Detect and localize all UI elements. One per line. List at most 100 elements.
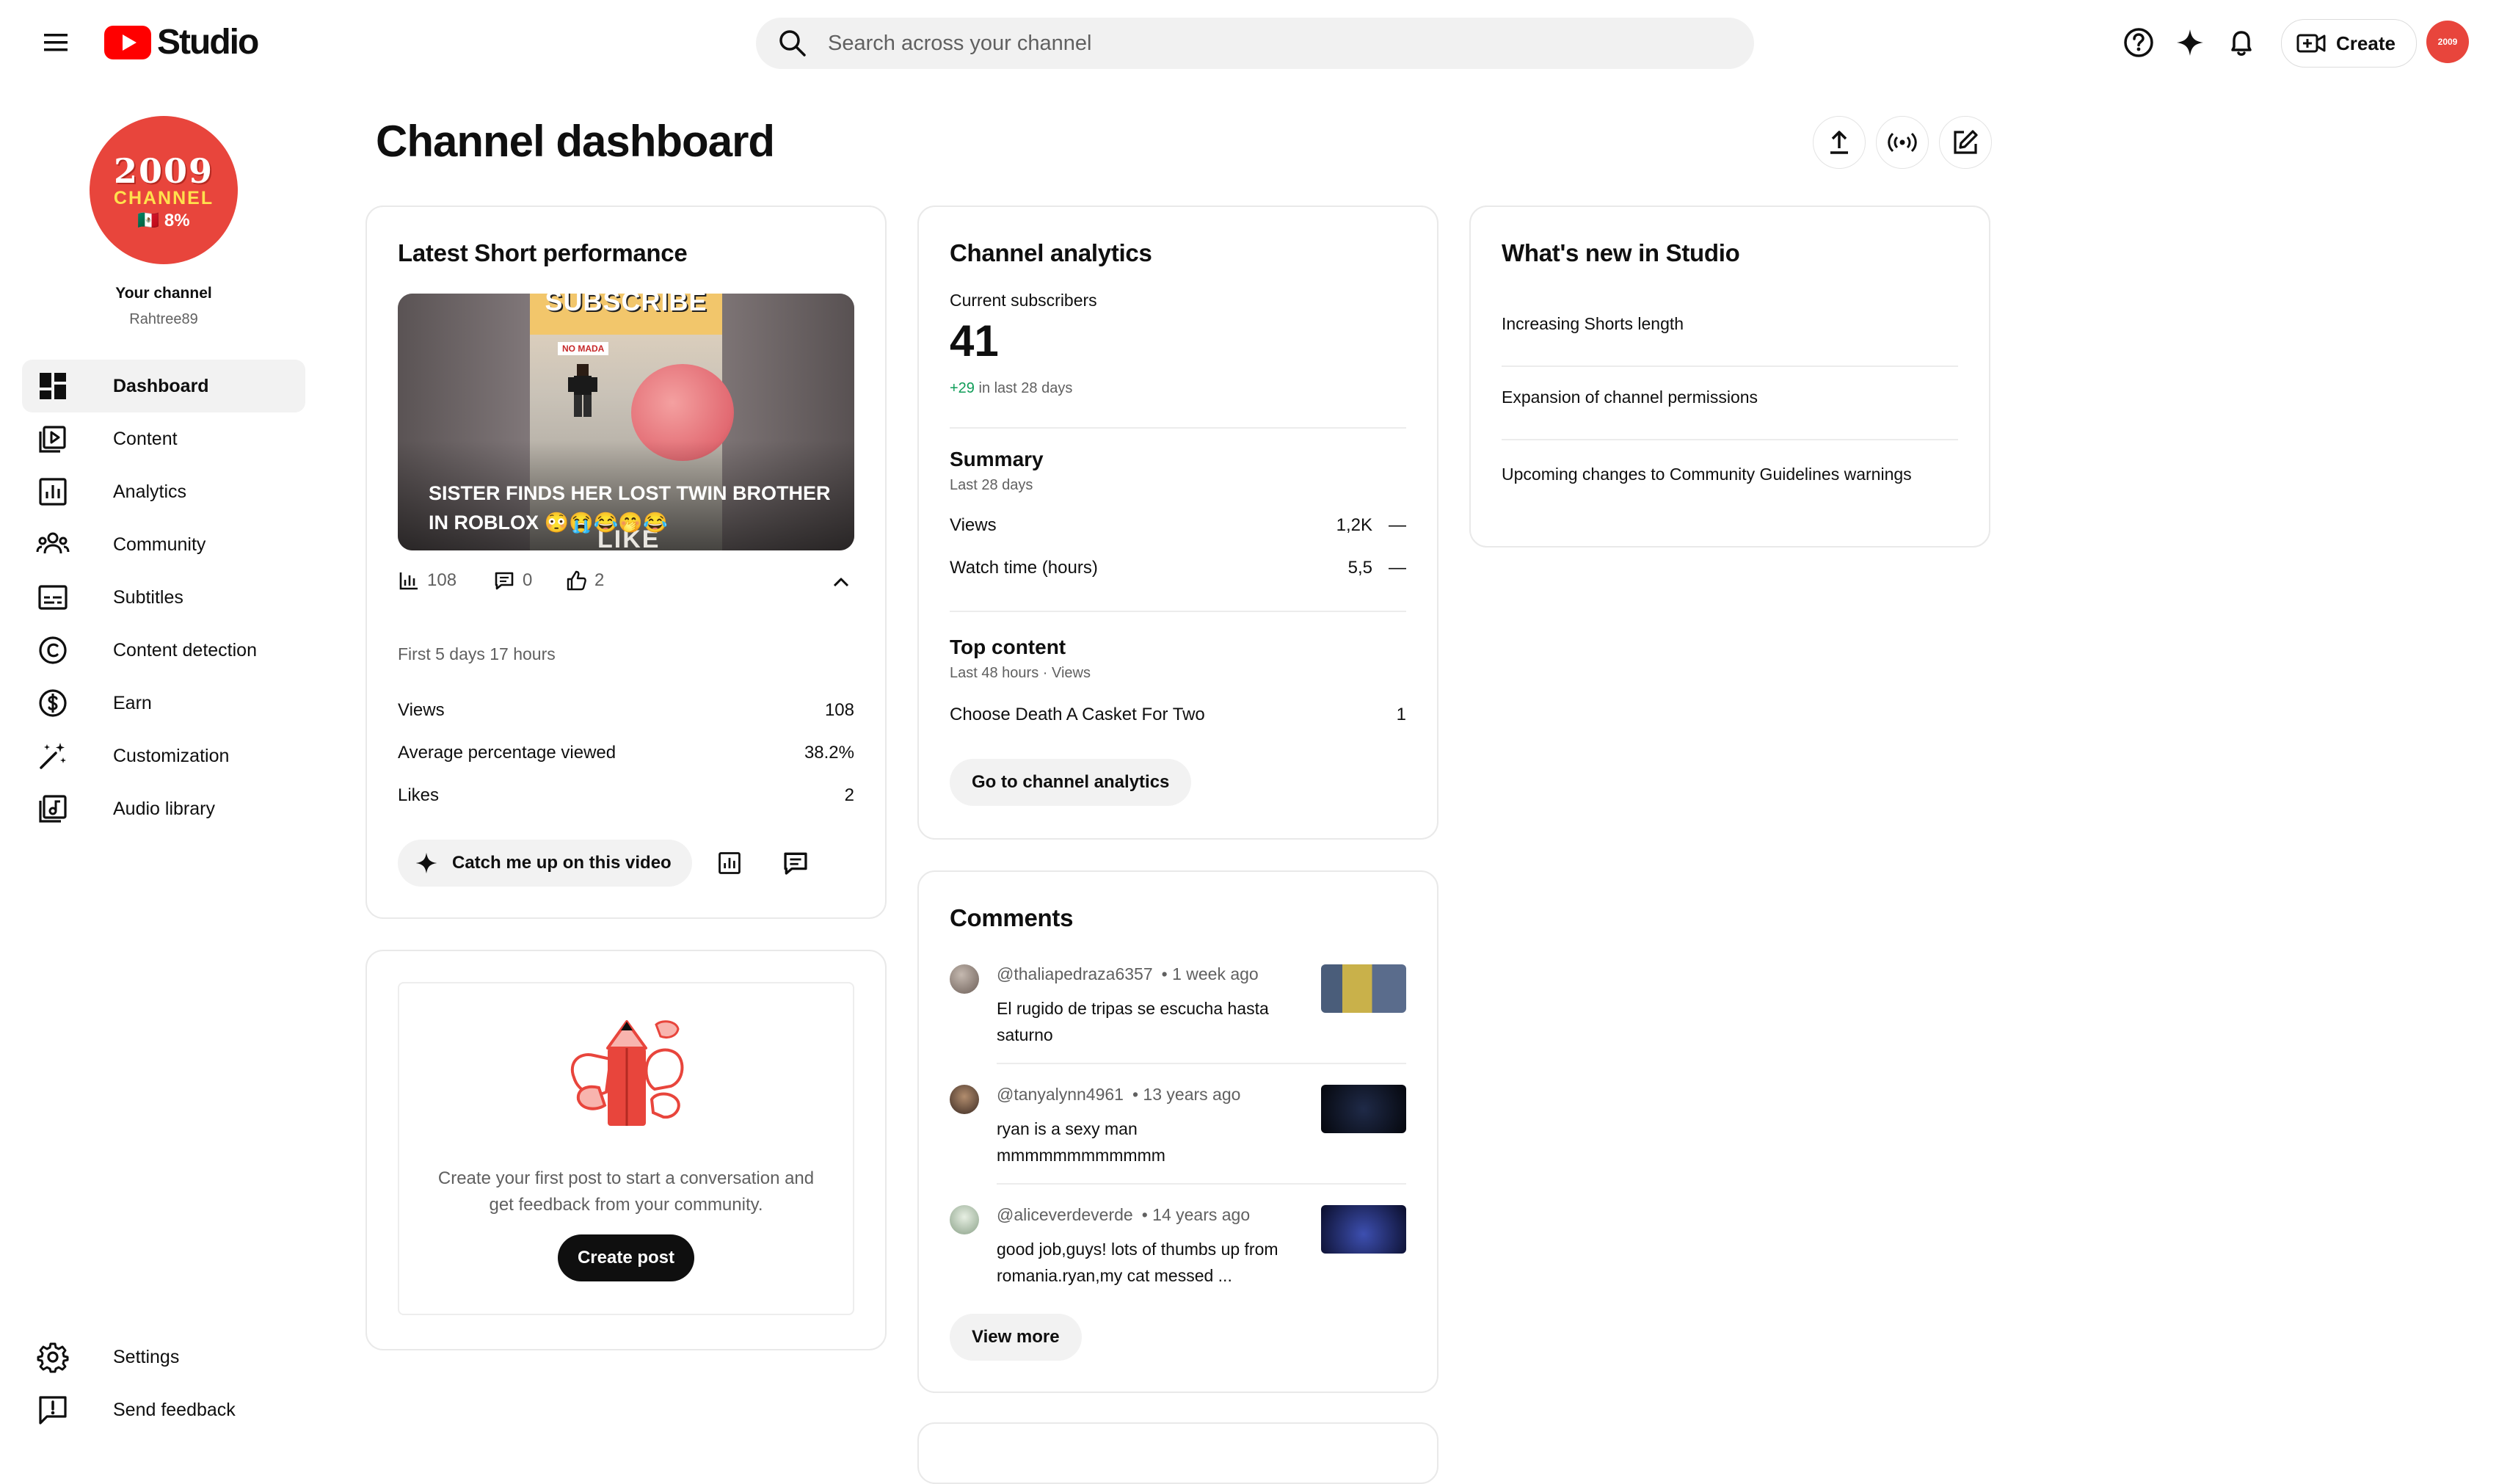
divider xyxy=(1502,365,1958,367)
summary-title: Summary xyxy=(950,448,1044,470)
subtitles-icon xyxy=(35,580,70,615)
stat-value: 38.2% xyxy=(804,743,854,763)
bar-chart-icon xyxy=(399,572,418,590)
pencil-illustration-icon xyxy=(561,1019,693,1136)
divider xyxy=(1502,439,1958,440)
next-card-partial xyxy=(917,1422,1438,1484)
sidebar-item-dashboard[interactable]: Dashboard xyxy=(22,360,305,412)
subscribers-label: Current subscribers xyxy=(950,291,1097,310)
sidebar-item-settings[interactable]: Settings xyxy=(22,1331,305,1383)
stat-label: Views xyxy=(398,700,445,720)
view-more-button[interactable]: View more xyxy=(950,1314,1082,1361)
sidebar-item-subtitles[interactable]: Subtitles xyxy=(22,571,305,624)
create-post-card: Create your first post to start a conver… xyxy=(365,950,887,1350)
top-content-title-text: Choose Death A Casket For Two xyxy=(950,705,1205,724)
avatar xyxy=(950,1085,979,1114)
sidebar-item-label: Send feedback xyxy=(113,1399,236,1420)
avatar-text-percent: 🇲🇽 8% xyxy=(137,211,190,230)
comment-header: @tanyalynn4961 • 13 years ago xyxy=(997,1085,1240,1105)
sidebar-item-community[interactable]: Community xyxy=(22,518,305,571)
search-bar[interactable] xyxy=(756,18,1754,69)
short-video-title: SISTER FINDS HER LOST TWIN BROTHER IN RO… xyxy=(429,482,831,534)
thumbnail-subscribe-text: SUBSCRIBE xyxy=(530,294,722,335)
likes-count: 2 xyxy=(594,570,605,590)
stat-value: 108 xyxy=(824,700,854,720)
create-post-header-button[interactable] xyxy=(1939,116,1992,169)
go-to-analytics-button[interactable]: Go to channel analytics xyxy=(950,759,1192,806)
video-comments-button[interactable] xyxy=(772,840,819,887)
comment-item[interactable]: @aliceverdeverde • 14 years ago good job… xyxy=(950,1199,1406,1309)
create-button[interactable]: Create xyxy=(2281,19,2417,68)
top-content-row[interactable]: Choose Death A Casket For Two 1 xyxy=(950,705,1406,725)
create-button-label: Create xyxy=(2336,32,2396,54)
upload-icon xyxy=(1830,131,1848,154)
page-title: Channel dashboard xyxy=(376,117,775,166)
sidebar-item-earn[interactable]: Earn xyxy=(22,677,305,730)
subscribers-delta-suffix: in last 28 days xyxy=(974,380,1073,396)
analytics-icon xyxy=(35,474,70,509)
comment-author[interactable]: @thaliapedraza6357 xyxy=(997,964,1153,984)
collapse-chevron-up-icon[interactable] xyxy=(829,571,853,594)
roblox-character xyxy=(568,364,597,418)
short-views-stat: 108 xyxy=(398,570,456,592)
summary-value: 5,5 xyxy=(1347,558,1372,578)
notifications-bell-icon[interactable] xyxy=(2224,25,2259,60)
help-icon[interactable] xyxy=(2121,25,2156,60)
comment-item[interactable]: @tanyalynn4961 • 13 years ago ryan is a … xyxy=(950,1079,1406,1189)
account-avatar-text: 2009 xyxy=(2437,37,2458,47)
menu-icon[interactable] xyxy=(35,25,76,60)
ai-sparkle-icon[interactable] xyxy=(2172,25,2208,60)
create-post-inner: Create your first post to start a conver… xyxy=(398,982,854,1315)
edit-icon xyxy=(1954,130,1978,154)
whats-new-item[interactable]: Increasing Shorts length xyxy=(1502,314,1942,334)
catch-me-up-label: Catch me up on this video xyxy=(452,853,672,873)
comment-video-thumbnail[interactable] xyxy=(1321,964,1406,1013)
create-post-button[interactable]: Create post xyxy=(558,1234,694,1281)
video-analytics-button[interactable] xyxy=(706,840,753,887)
sidebar-item-content[interactable]: Content xyxy=(22,412,305,465)
whats-new-item[interactable]: Expansion of channel permissions xyxy=(1502,388,1942,407)
sidebar-item-customization[interactable]: Customization xyxy=(22,730,305,782)
stat-value: 2 xyxy=(844,785,854,805)
comment-time: • 1 week ago xyxy=(1161,964,1259,983)
account-avatar[interactable]: 2009 xyxy=(2426,21,2469,63)
search-input[interactable] xyxy=(826,30,1710,57)
sidebar-item-label: Dashboard xyxy=(113,375,209,396)
sidebar-item-content-detection[interactable]: Content detection xyxy=(22,624,305,677)
sidebar-item-label: Content xyxy=(113,428,178,449)
youtube-logo-icon xyxy=(104,25,151,59)
catch-me-up-button[interactable]: Catch me up on this video xyxy=(398,840,692,887)
sidebar-item-audio-library[interactable]: Audio library xyxy=(22,782,305,835)
whats-new-item[interactable]: Upcoming changes to Community Guidelines… xyxy=(1502,461,1913,487)
comment-icon xyxy=(495,572,514,590)
short-period: First 5 days 17 hours xyxy=(398,644,556,663)
divider xyxy=(950,427,1406,429)
channel-avatar[interactable]: 2009 CHANNEL 🇲🇽 8% xyxy=(90,116,238,264)
sidebar-item-analytics[interactable]: Analytics xyxy=(22,465,305,518)
sidebar-item-label: Settings xyxy=(113,1346,180,1367)
go-live-button[interactable] xyxy=(1876,116,1929,169)
comment-author[interactable]: @aliceverdeverde xyxy=(997,1205,1133,1225)
sidebar-item-send-feedback[interactable]: Send feedback xyxy=(22,1383,305,1436)
comment-video-thumbnail[interactable] xyxy=(1321,1205,1406,1254)
upload-button[interactable] xyxy=(1813,116,1866,169)
subscribers-delta: +29 in last 28 days xyxy=(950,380,1072,397)
subscribers-count: 41 xyxy=(950,316,999,365)
comment-author[interactable]: @tanyalynn4961 xyxy=(997,1085,1124,1105)
app-title: Studio xyxy=(157,23,259,62)
views-count: 108 xyxy=(427,570,457,590)
comment-header: @aliceverdeverde • 14 years ago xyxy=(997,1205,1250,1225)
comment-item[interactable]: @thaliapedraza6357 • 1 week ago El rugid… xyxy=(950,959,1406,1069)
short-thumbnail[interactable]: SUBSCRIBE NO MADA LIKE SISTER FINDS HER … xyxy=(398,294,854,550)
subscribers-delta-value: +29 xyxy=(950,380,975,396)
stat-row: Average percentage viewed 38.2% xyxy=(398,743,854,763)
channel-handle: Rahtree89 xyxy=(129,311,198,327)
comment-video-thumbnail[interactable] xyxy=(1321,1085,1406,1133)
thumbnail-tag: NO MADA xyxy=(558,342,609,355)
studio-logo[interactable]: Studio xyxy=(104,22,259,62)
divider xyxy=(950,611,1406,612)
latest-short-card: Latest Short performance SUBSCRIBE NO MA… xyxy=(365,205,887,919)
summary-period: Last 28 days xyxy=(950,477,1033,493)
comment-time: • 13 years ago xyxy=(1132,1085,1241,1104)
gear-icon xyxy=(35,1339,70,1375)
